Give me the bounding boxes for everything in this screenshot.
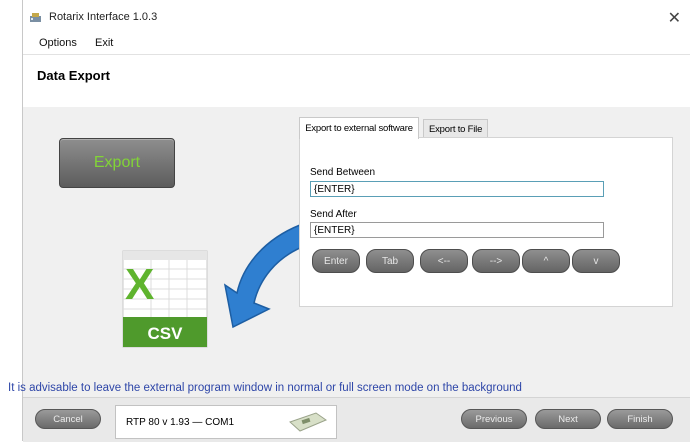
advice-text: It is advisable to leave the external pr… — [8, 382, 522, 394]
enter-key-button[interactable]: Enter — [312, 249, 360, 273]
svg-text:X: X — [125, 260, 154, 309]
export-tabs-panel: Export to external software Export to Fi… — [299, 117, 673, 307]
menu-exit[interactable]: Exit — [95, 37, 113, 49]
send-between-label: Send Between — [310, 167, 376, 178]
main-area: Export X CSV Export to external software — [23, 107, 690, 397]
down-key-button[interactable]: v — [572, 249, 620, 273]
menu-bar: Options Exit — [23, 34, 690, 54]
app-window: Rotarix Interface 1.0.3 ✕ Options Exit D… — [22, 0, 690, 442]
device-info: RTP 80 v 1.93 — COM1 — [115, 405, 337, 439]
cancel-button[interactable]: Cancel — [35, 409, 101, 429]
tab-key-button[interactable]: Tab — [366, 249, 414, 273]
send-after-field[interactable]: {ENTER} — [310, 222, 604, 238]
close-icon[interactable]: ✕ — [668, 8, 681, 28]
right-key-button[interactable]: --> — [472, 249, 520, 273]
page-header: Data Export — [23, 54, 690, 108]
menu-options[interactable]: Options — [39, 37, 77, 49]
up-key-button[interactable]: ^ — [522, 249, 570, 273]
export-button[interactable]: Export — [59, 138, 175, 188]
send-between-field[interactable]: {ENTER} — [310, 181, 604, 197]
footer-bar: Cancel RTP 80 v 1.93 — COM1 Previous Nex… — [23, 397, 690, 442]
device-text: RTP 80 v 1.93 — COM1 — [126, 417, 235, 428]
device-icon — [289, 412, 328, 432]
csv-file-icon: X CSV — [122, 250, 208, 348]
app-icon — [30, 13, 41, 22]
tab-content: Send Between {ENTER} Send After {ENTER} … — [299, 137, 673, 307]
tab-export-file[interactable]: Export to File — [423, 119, 489, 138]
arrow-icon — [223, 224, 308, 329]
finish-button[interactable]: Finish — [607, 409, 673, 429]
svg-text:CSV: CSV — [148, 324, 184, 343]
window-title: Rotarix Interface 1.0.3 — [49, 11, 158, 23]
tab-export-external[interactable]: Export to external software — [299, 117, 419, 139]
left-key-button[interactable]: <-- — [420, 249, 468, 273]
previous-button[interactable]: Previous — [461, 409, 527, 429]
send-after-label: Send After — [310, 209, 357, 220]
page-title: Data Export — [37, 68, 110, 83]
title-bar: Rotarix Interface 1.0.3 ✕ — [23, 0, 690, 34]
next-button[interactable]: Next — [535, 409, 601, 429]
csv-export-illustration: X CSV — [122, 224, 308, 348]
